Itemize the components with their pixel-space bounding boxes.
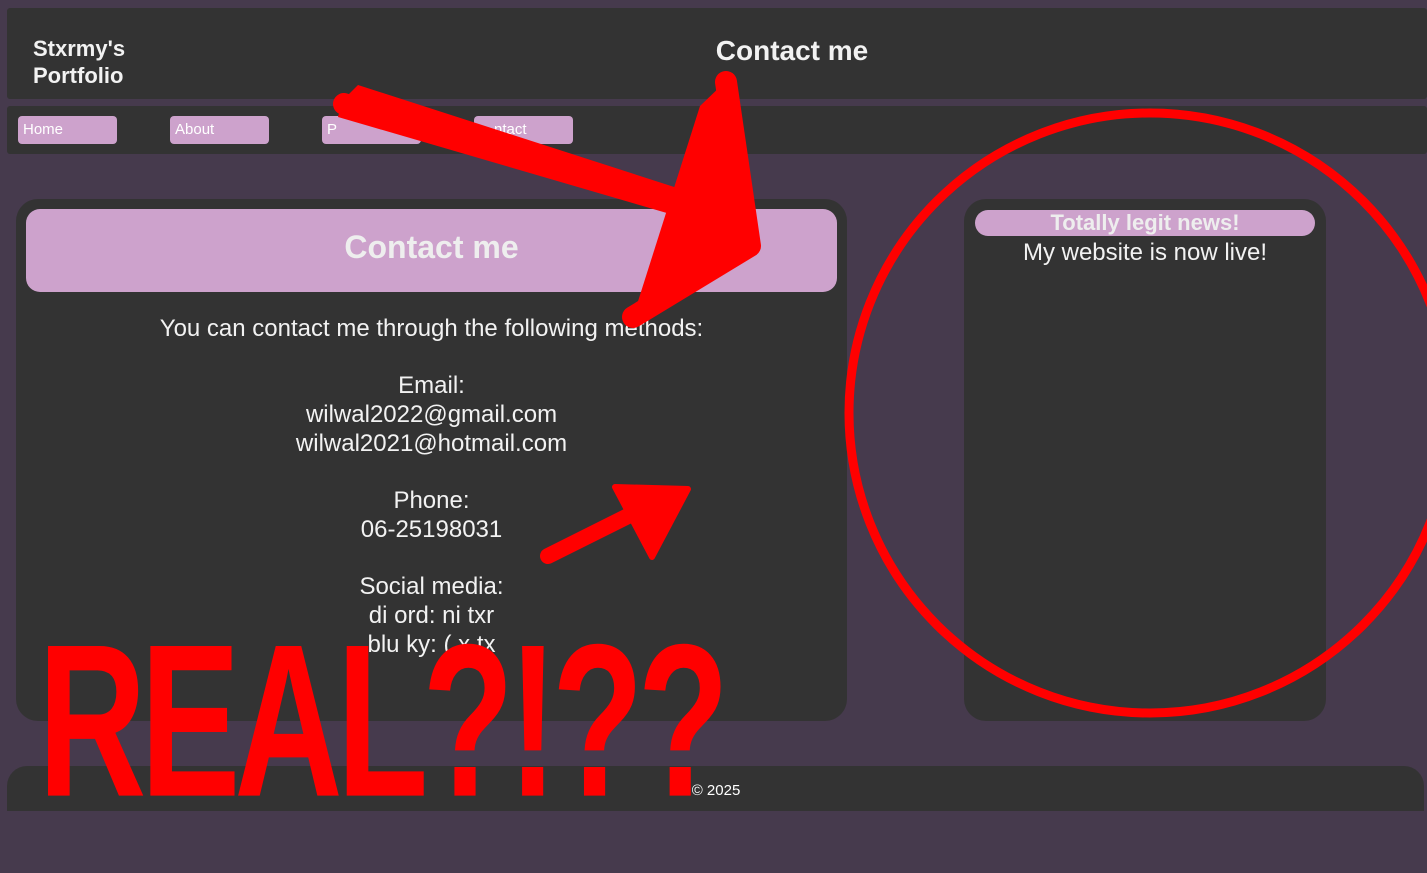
phone-number: 06-25198031 bbox=[360, 516, 503, 543]
nav-about-button[interactable]: About bbox=[170, 116, 269, 144]
email-label: Email: bbox=[398, 372, 465, 399]
email-address-1[interactable]: wilwal2022@gmail.com bbox=[16, 400, 847, 429]
email-address-2[interactable]: wilwal2021@hotmail.com bbox=[16, 429, 847, 458]
phone-label: Phone: bbox=[393, 487, 470, 514]
news-panel: Totally legit news! My website is now li… bbox=[964, 199, 1326, 721]
news-item: My website is now live! bbox=[1022, 239, 1268, 266]
brand-line-1: Stxrmy's bbox=[33, 36, 126, 61]
nav-contact-button[interactable]: ntact bbox=[474, 116, 573, 144]
copyright-text: © 2025 bbox=[691, 782, 741, 799]
contact-card-title: Contact me bbox=[26, 209, 837, 292]
social-media-label: Social media: bbox=[359, 573, 504, 600]
site-header: Stxrmy's Portfolio Contact me bbox=[7, 8, 1427, 99]
social-bluesky: blu ky: ( x tx bbox=[367, 631, 496, 658]
news-title: Totally legit news! bbox=[975, 210, 1315, 236]
site-brand[interactable]: Stxrmy's Portfolio bbox=[33, 35, 193, 89]
social-discord: di ord: ni txr bbox=[368, 602, 495, 629]
nav-projects-button[interactable]: P bbox=[322, 116, 421, 144]
contact-intro: You can contact me through the following… bbox=[159, 315, 704, 342]
brand-line-2: Portfolio bbox=[33, 63, 124, 88]
contact-card-body: You can contact me through the following… bbox=[16, 314, 847, 659]
navbar: Home About P ntact bbox=[7, 106, 1427, 154]
nav-home-button[interactable]: Home bbox=[18, 116, 117, 144]
site-footer: © 2025 bbox=[7, 766, 1424, 811]
page-title: Contact me bbox=[715, 35, 869, 66]
